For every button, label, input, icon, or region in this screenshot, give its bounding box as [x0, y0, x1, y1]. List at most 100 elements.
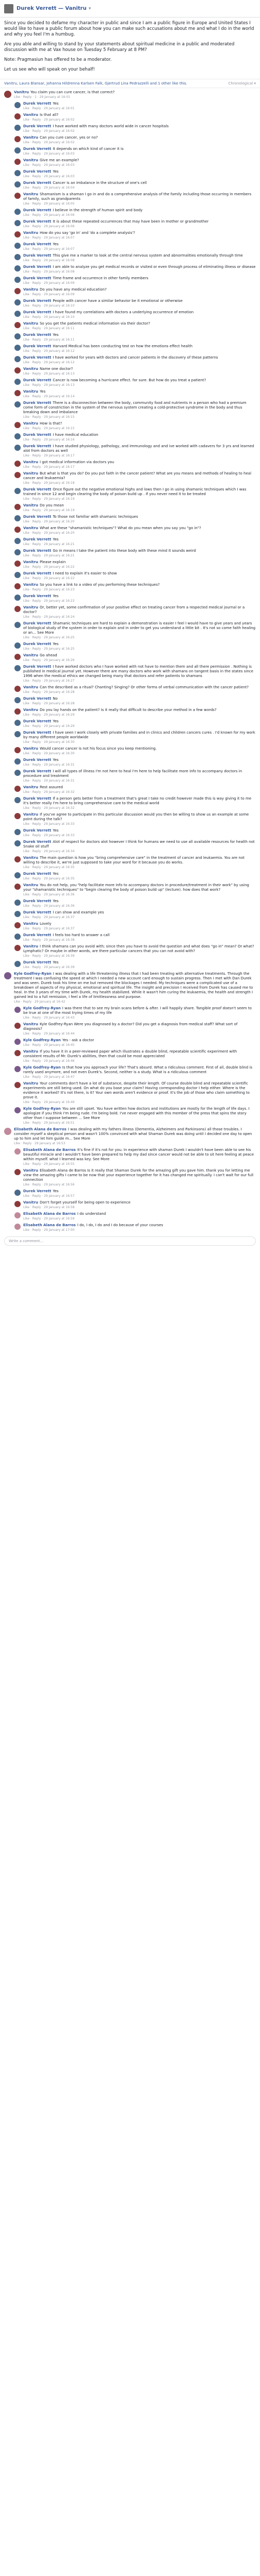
- commenter-name[interactable]: Durek Verrett: [23, 872, 51, 876]
- commenter-name[interactable]: Durek Verrett: [23, 344, 51, 348]
- commenter-name[interactable]: Vanitru: [14, 90, 29, 94]
- commenter-name[interactable]: Vanitru: [23, 1081, 38, 1086]
- commenter-name[interactable]: Vanitru: [23, 785, 38, 789]
- comment-meta[interactable]: Like · Reply · 29 January at 16:19: [23, 497, 256, 501]
- comment-meta[interactable]: Like · Reply · 29 January at 16:39: [23, 954, 256, 958]
- commenter-name[interactable]: Kyle Godfrey-Ryan: [23, 1038, 61, 1042]
- comment-meta[interactable]: Like · Reply · 29 January at 16:26: [23, 658, 256, 663]
- comment-meta[interactable]: Like · Reply · 29 January at 16:43: [23, 1015, 256, 1020]
- commenter-name[interactable]: Durek Verrett: [23, 769, 51, 773]
- comment-meta[interactable]: Like · Reply · 29 January at 16:21: [23, 553, 256, 558]
- commenter-name[interactable]: Vanitru: [23, 389, 38, 394]
- comment-meta[interactable]: Like · Reply · 29 January at 16:03: [23, 174, 256, 179]
- comment-meta[interactable]: Like · Reply · 29 January at 16:11: [23, 326, 256, 331]
- avatar[interactable]: [14, 770, 21, 776]
- comment-meta[interactable]: Like · Reply · 29 January at 16:22: [23, 576, 256, 581]
- commenter-name[interactable]: Durek Verrett: [23, 219, 51, 224]
- author-avatar[interactable]: [4, 4, 13, 13]
- commenter-name[interactable]: Vanitru: [23, 708, 38, 712]
- comment-meta[interactable]: Like · Reply · 29 January at 16:34: [23, 849, 256, 854]
- commenter-name[interactable]: Vanitru: [23, 812, 38, 817]
- avatar[interactable]: [14, 1107, 21, 1113]
- commenter-name[interactable]: Durek Verrett: [23, 444, 51, 448]
- commenter-name[interactable]: Vanitru: [23, 747, 38, 751]
- comment-meta[interactable]: Like · Reply · 29 January at 16:47: [23, 1075, 256, 1079]
- avatar[interactable]: [14, 622, 21, 628]
- comment-meta[interactable]: Like · Reply · 29 January at 16:22: [23, 565, 256, 569]
- commenter-name[interactable]: Durek Verrett: [23, 208, 51, 212]
- commenter-name[interactable]: Vanitru: [23, 287, 38, 292]
- avatar[interactable]: [14, 333, 21, 340]
- avatar[interactable]: [14, 288, 21, 294]
- avatar[interactable]: [14, 113, 21, 120]
- commenter-name[interactable]: Vanitru: [23, 944, 38, 948]
- comment-meta[interactable]: Like · Reply · 29 January at 16:53: [14, 1141, 256, 1146]
- comment-meta[interactable]: Like · Reply · 29 January at 16:28: [23, 701, 256, 706]
- comment-meta[interactable]: Like · Reply · 29 January at 16:24: [23, 615, 256, 619]
- comment-meta[interactable]: Like · Reply · 29 January at 16:57: [23, 1194, 256, 1198]
- commenter-name[interactable]: Durek Verrett: [23, 594, 51, 598]
- comment-meta[interactable]: Like · Reply · 29 January at 16:56: [23, 1182, 256, 1187]
- commenter-name[interactable]: Durek Verrett: [23, 960, 51, 964]
- avatar[interactable]: [14, 243, 21, 249]
- avatar[interactable]: [14, 220, 21, 226]
- avatar[interactable]: [14, 1201, 21, 1207]
- comment-meta[interactable]: Like · Reply · 29 January at 16:02: [23, 117, 256, 122]
- commenter-name[interactable]: Durek Verrett: [23, 1189, 51, 1193]
- avatar[interactable]: [14, 254, 21, 260]
- avatar[interactable]: [14, 1224, 21, 1230]
- commenter-name[interactable]: Durek Verrett: [23, 333, 51, 337]
- commenter-name[interactable]: Vanitru: [23, 421, 38, 426]
- commenter-name[interactable]: Durek Verrett: [23, 515, 51, 519]
- avatar[interactable]: [4, 1128, 11, 1135]
- commenter-name[interactable]: Kyle Godfrey-Ryan: [14, 972, 52, 976]
- commenter-name[interactable]: Durek Verrett: [23, 378, 51, 382]
- avatar[interactable]: [14, 311, 21, 317]
- comment-meta[interactable]: Like · Reply · 29 January at 16:45: [23, 1043, 256, 1047]
- comment-meta[interactable]: Like · Reply · 29 January at 16:37: [23, 926, 256, 931]
- comment-meta[interactable]: Like · Reply · 29 January at 16:23: [23, 599, 256, 603]
- comment-meta[interactable]: Like · Reply · 29 January at 16:36: [23, 904, 256, 908]
- commenter-name[interactable]: Vanitru: [23, 526, 38, 530]
- commenter-name[interactable]: Durek Verrett: [23, 355, 51, 360]
- comment-meta[interactable]: Like · Reply · 29 January at 16:04: [23, 185, 256, 190]
- comment-meta[interactable]: Like · Reply · 29 January at 16:07: [23, 235, 256, 240]
- commenter-name[interactable]: Durek Verrett: [23, 181, 51, 185]
- commenter-name[interactable]: Durek Verrett: [23, 719, 51, 723]
- avatar[interactable]: [14, 345, 21, 351]
- avatar[interactable]: [14, 445, 21, 451]
- avatar[interactable]: [14, 561, 21, 567]
- comment-meta[interactable]: Like · Reply · 29 January at 16:25: [23, 647, 256, 651]
- comment-meta[interactable]: Like · Reply · 29 January at 16:19: [23, 508, 256, 513]
- chevron-down-icon[interactable]: ▾: [89, 6, 91, 11]
- comment-meta[interactable]: Like · Reply · 29 January at 16:59: [23, 1216, 256, 1221]
- avatar[interactable]: [14, 488, 21, 494]
- comment-meta[interactable]: Like · Reply · 29 January at 16:21: [23, 542, 256, 547]
- comment-meta[interactable]: Like · Reply · 29 January at 16:29: [23, 724, 256, 728]
- comment-meta[interactable]: Like · Reply · 29 January at 16:55: [23, 1162, 256, 1166]
- avatar[interactable]: [14, 170, 21, 176]
- avatar[interactable]: [14, 422, 21, 428]
- commenter-name[interactable]: Vanitru: [23, 158, 38, 162]
- commenter-name[interactable]: Vanitru: [23, 503, 38, 507]
- comment-meta[interactable]: Like · Reply · 29 January at 16:23: [23, 587, 256, 592]
- avatar[interactable]: [14, 595, 21, 601]
- avatar[interactable]: [14, 401, 21, 408]
- comment-meta[interactable]: Like · Reply · 29 January at 16:06: [23, 213, 256, 217]
- commenter-name[interactable]: Durek Verrett: [23, 170, 51, 174]
- avatar[interactable]: [14, 277, 21, 283]
- comment-meta[interactable]: Like · Reply · 29 January at 16:32: [23, 790, 256, 794]
- comment-meta[interactable]: Like · Reply · 29 January at 16:35: [23, 876, 256, 881]
- avatar[interactable]: [14, 884, 21, 890]
- comment-meta[interactable]: Like · Reply · 29 January at 16:49: [23, 1100, 256, 1105]
- comment-meta[interactable]: Like · Reply · 29 January at 16:06: [23, 224, 256, 229]
- comment-meta[interactable]: Like · Reply · 29 January at 16:32: [23, 806, 256, 810]
- avatar[interactable]: [14, 911, 21, 917]
- avatar[interactable]: [14, 686, 21, 692]
- comment-meta[interactable]: Like · Reply · 29 January at 16:10: [23, 303, 256, 308]
- commenter-name[interactable]: Kyle Godfrey-Ryan: [23, 1006, 61, 1010]
- commenter-name[interactable]: Durek Verrett: [23, 758, 51, 762]
- comment-meta[interactable]: Like · Reply · 29 January at 16:11: [23, 337, 256, 342]
- comment-meta[interactable]: Like · Reply · 29 January at 17:00: [23, 1228, 256, 1232]
- comment-meta[interactable]: Like · Reply · 29 January at 16:31: [23, 762, 256, 767]
